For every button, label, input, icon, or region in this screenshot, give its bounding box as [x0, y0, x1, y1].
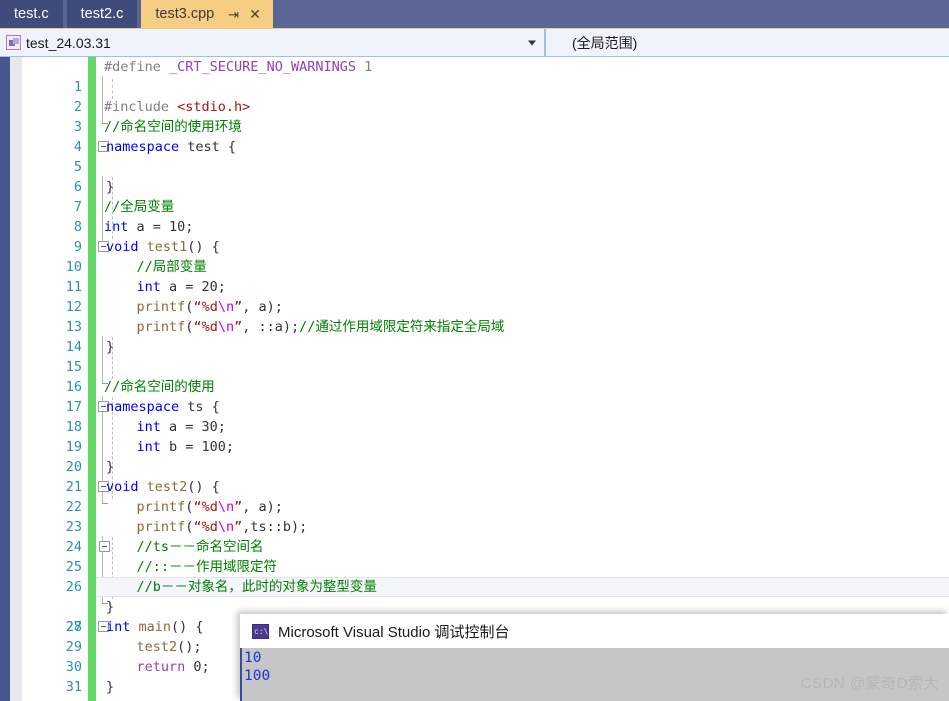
- code-line[interactable]: 20 int b = 100;: [0, 437, 949, 475]
- line-text: int a = 20;: [136, 279, 226, 295]
- code-line[interactable]: 2: [0, 77, 949, 115]
- code-line[interactable]: 1 #define _CRT_SECURE_NO_WARNINGS 1: [0, 57, 949, 95]
- code-line[interactable]: 15 }: [0, 337, 949, 375]
- scope-dropdown[interactable]: (全局范围): [546, 29, 949, 56]
- line-text: }: [106, 599, 115, 615]
- code-line[interactable]: 23 printf(“%d\n”, a);: [0, 497, 949, 535]
- scope-label: (全局范围): [572, 34, 638, 51]
- line-text: printf(“%d\n”, a);: [136, 299, 283, 315]
- code-area[interactable]: 1 #define _CRT_SECURE_NO_WARNINGS 1 2 3 …: [0, 57, 949, 701]
- line-number: 32: [22, 697, 82, 701]
- line-text: test2();: [136, 639, 202, 655]
- project-name: test_24.03.31: [26, 34, 111, 51]
- code-line[interactable]: 25 //ts－－命名空间名: [0, 537, 949, 575]
- line-text: //b－－对象名，此时的对象为整型变量: [104, 579, 377, 595]
- console-title: Microsoft Visual Studio 调试控制台: [278, 623, 510, 641]
- line-text: //全局变量: [104, 199, 175, 215]
- editor-tab-strip: test.c test2.c test3.cpp ⇥ ✕: [0, 0, 949, 28]
- line-text: }: [106, 179, 115, 195]
- line-text: int a = 30;: [136, 419, 226, 435]
- line-text: namespace test {: [106, 139, 237, 155]
- code-line-current[interactable]: 27 //b－－对象名，此时的对象为整型变量: [0, 577, 949, 635]
- line-text: }: [106, 339, 115, 355]
- code-line[interactable]: 21 }: [0, 457, 949, 495]
- console-output-line: 10: [244, 650, 262, 666]
- visual-studio-window: test.c test2.c test3.cpp ⇥ ✕ test_24.03.…: [0, 0, 949, 701]
- csdn-watermark: CSDN @蒙奇D索大: [800, 675, 939, 692]
- line-text: //命名空间的使用环境: [104, 119, 242, 135]
- line-text: namespace ts {: [106, 399, 220, 415]
- line-text: //ts－－命名空间名: [104, 539, 264, 555]
- code-line[interactable]: 6: [0, 157, 949, 195]
- tab-label: test.c: [14, 6, 49, 22]
- code-line[interactable]: 3 #include <stdio.h>: [0, 97, 949, 135]
- line-text: void test2() {: [106, 479, 220, 495]
- line-text: #define _CRT_SECURE_NO_WARNINGS 1: [104, 59, 373, 75]
- code-line[interactable]: 4 //命名空间的使用环境: [0, 117, 949, 155]
- line-text: void test1() {: [106, 239, 220, 255]
- code-line[interactable]: 13 printf(“%d\n”, a);: [0, 297, 949, 335]
- code-line[interactable]: 22 void test2() {: [0, 477, 949, 515]
- tab-test2-c[interactable]: test2.c: [66, 0, 138, 28]
- chevron-down-icon[interactable]: [528, 40, 536, 45]
- line-text: }: [106, 459, 115, 475]
- code-line[interactable]: 18 namespace ts {: [0, 397, 949, 435]
- line-text: printf(“%d\n”, ::a);//通过作用域限定符来指定全局域: [136, 319, 505, 335]
- line-text: int a = 10;: [104, 219, 194, 235]
- line-text: }: [106, 679, 115, 695]
- tab-label: test3.cpp: [155, 6, 215, 22]
- close-icon[interactable]: ✕: [249, 7, 261, 21]
- code-editor[interactable]: 1 #define _CRT_SECURE_NO_WARNINGS 1 2 3 …: [0, 56, 949, 701]
- code-line[interactable]: 7 }: [0, 177, 949, 215]
- code-line[interactable]: 17 //命名空间的使用: [0, 377, 949, 415]
- navigation-bar: test_24.03.31 (全局范围): [0, 28, 949, 56]
- code-line[interactable]: 16: [0, 357, 949, 395]
- line-text: int b = 100;: [136, 439, 235, 455]
- code-line[interactable]: 5 namespace test {: [0, 137, 949, 175]
- console-title-bar[interactable]: Microsoft Visual Studio 调试控制台: [240, 614, 949, 648]
- code-line[interactable]: 19 int a = 30;: [0, 417, 949, 455]
- code-line[interactable]: 8 //全局变量: [0, 197, 949, 235]
- line-text: #include <stdio.h>: [104, 99, 251, 115]
- code-line[interactable]: 9 int a = 10;: [0, 217, 949, 255]
- tab-label: test2.c: [80, 6, 124, 22]
- tab-test3-cpp[interactable]: test3.cpp ⇥ ✕: [141, 0, 273, 28]
- code-line[interactable]: 10 void test1() {: [0, 237, 949, 275]
- project-dropdown[interactable]: test_24.03.31: [0, 29, 546, 56]
- line-text: printf(“%d\n”, a);: [136, 499, 283, 515]
- code-line[interactable]: 26 //::－－作用域限定符: [0, 557, 949, 595]
- line-text: //局部变量: [104, 259, 207, 275]
- line-text: return 0;: [136, 659, 210, 675]
- console-app-icon: [252, 623, 269, 639]
- line-text: //命名空间的使用: [104, 379, 215, 395]
- tab-test-c[interactable]: test.c: [0, 0, 63, 28]
- code-line[interactable]: 14 printf(“%d\n”, ::a);//通过作用域限定符来指定全局域: [0, 317, 949, 355]
- pin-icon[interactable]: ⇥: [228, 8, 239, 21]
- line-text: //::－－作用域限定符: [104, 559, 278, 575]
- code-line[interactable]: 11 //局部变量: [0, 257, 949, 295]
- line-text: int main() {: [106, 619, 204, 635]
- code-line[interactable]: 12 int a = 20;: [0, 277, 949, 315]
- line-text: printf(“%d\n”,ts::b);: [136, 519, 308, 535]
- code-line[interactable]: 24 printf(“%d\n”,ts::b);: [0, 517, 949, 555]
- cpp-project-icon: [6, 35, 21, 50]
